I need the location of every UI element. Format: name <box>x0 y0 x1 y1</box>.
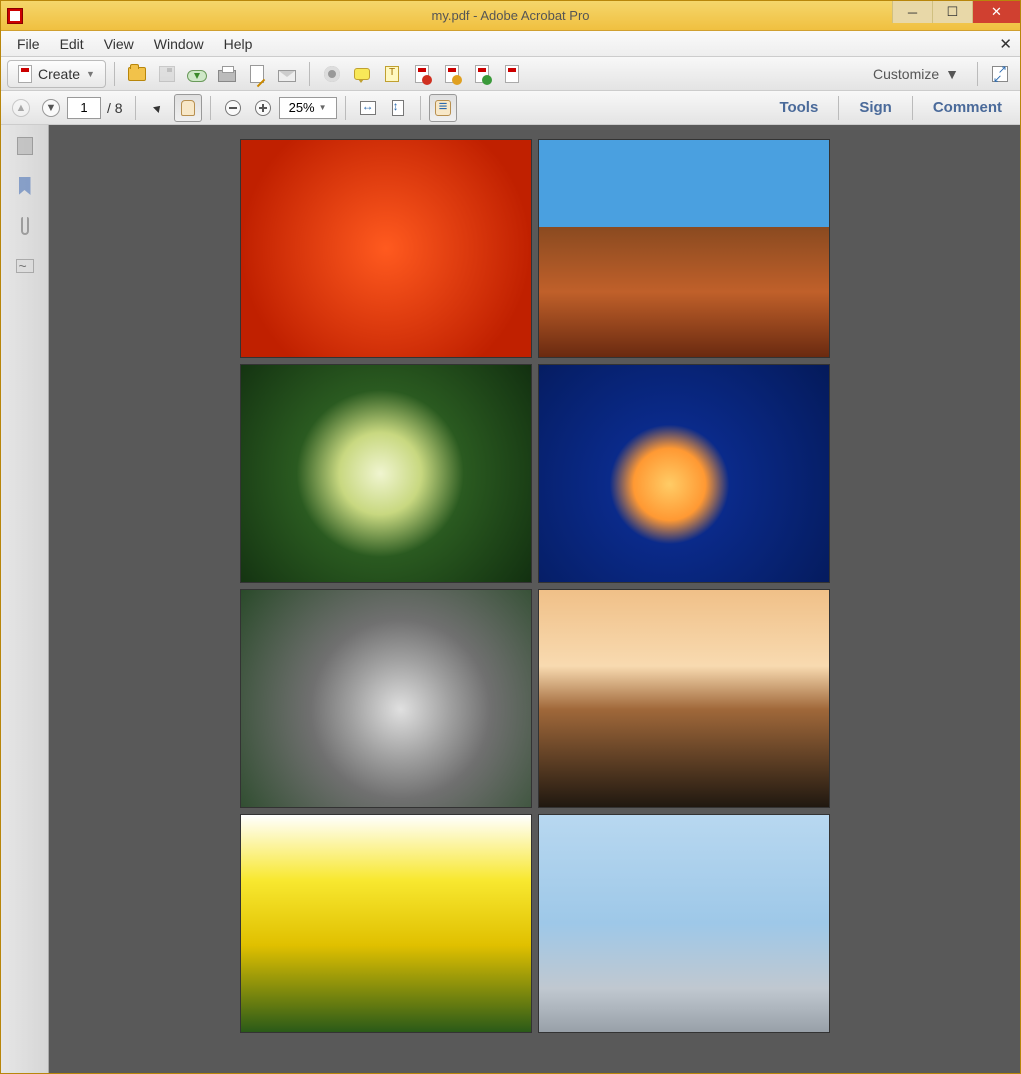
cloud-icon <box>187 70 207 82</box>
folder-icon <box>128 67 146 81</box>
printer-icon <box>218 70 236 82</box>
tools-panel-button[interactable]: Tools <box>767 95 830 120</box>
customize-button[interactable]: Customize ▼ <box>863 60 969 88</box>
pdf-action-1-button[interactable] <box>408 60 436 88</box>
sticky-note-button[interactable] <box>378 60 406 88</box>
paperclip-icon <box>21 217 29 235</box>
pdf-action-3-button[interactable] <box>468 60 496 88</box>
page-thumbnail[interactable] <box>240 139 532 358</box>
page-thumbnail[interactable] <box>240 364 532 583</box>
pdf-icon <box>18 65 32 83</box>
fit-page-icon <box>392 100 404 116</box>
zoom-out-button[interactable] <box>219 94 247 122</box>
page-thumbnail[interactable] <box>240 814 532 1033</box>
page-thumbnail[interactable] <box>538 364 830 583</box>
menu-bar: File Edit View Window Help ✕ <box>1 31 1020 57</box>
bubble-icon <box>354 68 370 80</box>
navigation-rail <box>1 125 49 1073</box>
comment-panel-button[interactable]: Comment <box>921 95 1014 120</box>
page-thumbnail[interactable] <box>538 589 830 808</box>
menu-view[interactable]: View <box>94 33 144 55</box>
hand-icon <box>181 100 195 116</box>
cursor-icon <box>153 103 163 113</box>
toolbar-secondary: ▲ ▼ / 8 25% ▼ Tools Sign Comment <box>1 91 1020 125</box>
menu-file[interactable]: File <box>7 33 50 55</box>
create-button[interactable]: Create ▼ <box>7 60 106 88</box>
edit-doc-icon <box>250 65 264 83</box>
signatures-panel-button[interactable] <box>14 255 36 277</box>
fit-width-button[interactable] <box>354 94 382 122</box>
plus-icon <box>255 100 271 116</box>
pdf-icon <box>475 65 489 83</box>
page-thumbnail[interactable] <box>538 814 830 1033</box>
dropdown-icon: ▼ <box>86 69 95 79</box>
arrow-up-icon: ▲ <box>12 99 30 117</box>
create-label: Create <box>38 66 80 82</box>
page-grid <box>240 139 830 1033</box>
main-area <box>1 125 1020 1073</box>
pages-icon <box>17 137 33 155</box>
customize-label: Customize <box>873 66 939 82</box>
save-icon <box>159 66 175 82</box>
page-number-input[interactable] <box>67 97 101 119</box>
envelope-icon <box>278 70 296 82</box>
dropdown-icon: ▼ <box>319 103 327 112</box>
document-viewport[interactable] <box>49 125 1020 1073</box>
bookmarks-panel-button[interactable] <box>14 175 36 197</box>
scroll-icon <box>435 100 451 116</box>
dropdown-icon: ▼ <box>945 66 959 82</box>
next-page-button[interactable]: ▼ <box>37 94 65 122</box>
close-button[interactable]: ✕ <box>972 1 1020 23</box>
minus-icon <box>225 100 241 116</box>
sign-panel-button[interactable]: Sign <box>847 95 904 120</box>
menu-help[interactable]: Help <box>214 33 263 55</box>
pdf-icon <box>415 65 429 83</box>
pdf-action-2-button[interactable] <box>438 60 466 88</box>
menu-edit[interactable]: Edit <box>50 33 94 55</box>
signature-icon <box>16 259 34 273</box>
select-tool-button[interactable] <box>144 94 172 122</box>
app-window: my.pdf - Adobe Acrobat Pro ─ ☐ ✕ File Ed… <box>0 0 1021 1074</box>
open-button[interactable] <box>123 60 151 88</box>
gear-icon <box>324 66 340 82</box>
edit-doc-button[interactable] <box>243 60 271 88</box>
pages-panel-button[interactable] <box>14 135 36 157</box>
title-bar: my.pdf - Adobe Acrobat Pro ─ ☐ ✕ <box>1 1 1020 31</box>
pdf-icon <box>505 65 519 83</box>
expand-icon <box>992 66 1008 82</box>
menu-window[interactable]: Window <box>144 33 214 55</box>
acrobat-icon <box>7 8 23 24</box>
email-button[interactable] <box>273 60 301 88</box>
zoom-value: 25% <box>289 100 315 115</box>
settings-button[interactable] <box>318 60 346 88</box>
page-total-label: / 8 <box>107 100 123 116</box>
fit-width-icon <box>360 101 376 115</box>
minimize-button[interactable]: ─ <box>892 1 932 23</box>
hand-tool-button[interactable] <box>174 94 202 122</box>
fit-page-button[interactable] <box>384 94 412 122</box>
prev-page-button[interactable]: ▲ <box>7 94 35 122</box>
pdf-icon <box>445 65 459 83</box>
window-title: my.pdf - Adobe Acrobat Pro <box>1 8 1020 23</box>
zoom-in-button[interactable] <box>249 94 277 122</box>
pdf-action-4-button[interactable] <box>498 60 526 88</box>
note-icon <box>385 66 399 82</box>
arrow-down-icon: ▼ <box>42 99 60 117</box>
save-button[interactable] <box>153 60 181 88</box>
maximize-button[interactable]: ☐ <box>932 1 972 23</box>
fullscreen-button[interactable] <box>986 60 1014 88</box>
save-cloud-button[interactable] <box>183 60 211 88</box>
scroll-mode-button[interactable] <box>429 94 457 122</box>
close-document-button[interactable]: ✕ <box>999 35 1012 53</box>
print-button[interactable] <box>213 60 241 88</box>
bookmark-icon <box>19 177 31 195</box>
page-thumbnail[interactable] <box>240 589 532 808</box>
attachments-panel-button[interactable] <box>14 215 36 237</box>
toolbar-primary: Create ▼ Customize ▼ <box>1 57 1020 91</box>
zoom-level-field[interactable]: 25% ▼ <box>279 97 337 119</box>
page-thumbnail[interactable] <box>538 139 830 358</box>
comment-bubble-button[interactable] <box>348 60 376 88</box>
